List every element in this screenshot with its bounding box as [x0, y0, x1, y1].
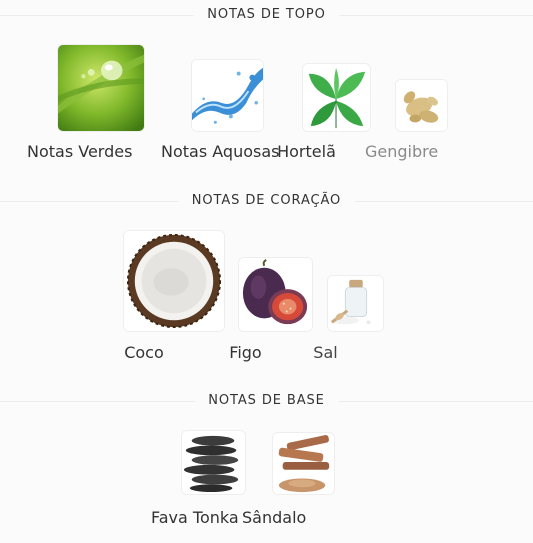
top-notes-header: NOTAS DE TOPO	[0, 3, 533, 27]
note-label: Notas Verdes	[27, 142, 133, 161]
note-label: Sândalo	[242, 508, 307, 527]
section-title: NOTAS DE BASE	[194, 389, 339, 413]
coconut-icon	[123, 230, 225, 332]
sandalwood-icon	[272, 432, 335, 495]
note-label: Sal	[313, 343, 338, 362]
note-label: Hortelã	[277, 142, 336, 161]
ginger-root-icon	[395, 79, 448, 132]
base-notes-header: NOTAS DE BASE	[0, 389, 533, 413]
water-splash-icon	[191, 59, 264, 132]
tonka-bean-icon	[181, 430, 246, 495]
note-label: Fava Tonka	[151, 508, 239, 527]
fig-icon	[238, 257, 313, 332]
note-label: Gengibre	[365, 142, 439, 161]
section-title: NOTAS DE CORAÇÃO	[177, 189, 356, 213]
salt-icon	[327, 275, 384, 332]
note-label: Figo	[229, 343, 262, 362]
mint-leaves-icon	[302, 63, 371, 132]
section-title: NOTAS DE TOPO	[193, 3, 340, 27]
green-leaf-icon	[57, 44, 145, 132]
heart-notes-header: NOTAS DE CORAÇÃO	[0, 189, 533, 213]
note-label: Notas Aquosas	[161, 142, 280, 161]
note-label: Coco	[124, 343, 164, 362]
